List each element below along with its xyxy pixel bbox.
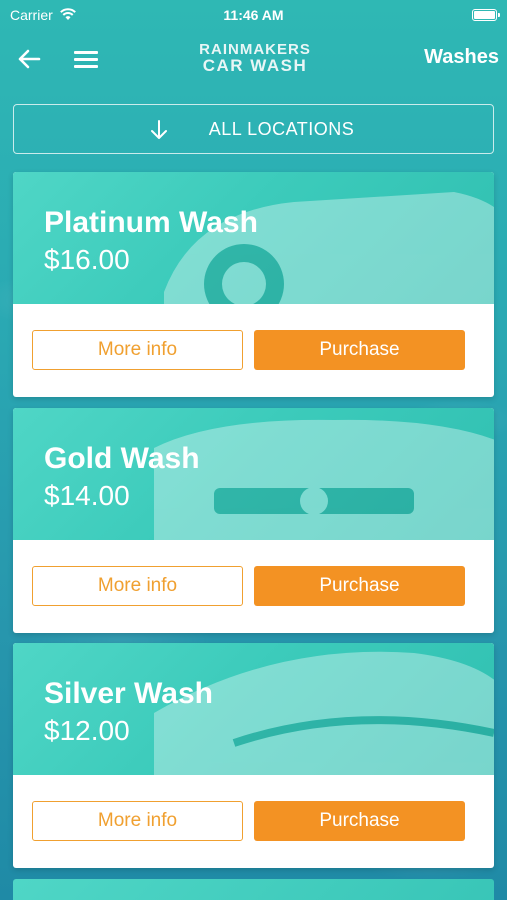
wash-card-hero: Gold Wash $14.00 bbox=[13, 408, 494, 540]
wash-card-actions: More info Purchase bbox=[13, 540, 494, 633]
wash-card-hero: Platinum Wash $16.00 bbox=[13, 172, 494, 304]
purchase-button[interactable]: Purchase bbox=[254, 330, 465, 370]
logo: RAINMAKERS CAR WASH bbox=[190, 42, 320, 75]
wash-card-hero: Silver Wash $12.00 bbox=[13, 643, 494, 775]
wash-price: $14.00 bbox=[44, 480, 130, 511]
wash-card-peek[interactable] bbox=[13, 879, 494, 900]
wash-price: $16.00 bbox=[44, 244, 130, 275]
wash-name: Silver Wash bbox=[44, 677, 213, 710]
logo-line2: CAR WASH bbox=[202, 56, 308, 75]
location-filter-label: ALL LOCATIONS bbox=[208, 118, 355, 139]
more-info-button[interactable]: More info bbox=[32, 330, 243, 370]
back-arrow-icon[interactable] bbox=[16, 46, 42, 72]
purchase-button[interactable]: Purchase bbox=[254, 801, 465, 841]
page-title: Washes bbox=[424, 46, 499, 68]
more-info-button[interactable]: More info bbox=[32, 566, 243, 606]
battery-icon bbox=[472, 9, 500, 21]
hamburger-menu-icon[interactable] bbox=[74, 46, 98, 72]
wash-name: Gold Wash bbox=[44, 442, 200, 475]
wash-card-actions: More info Purchase bbox=[13, 775, 494, 868]
nav-bar: RAINMAKERS CAR WASH Washes bbox=[0, 36, 507, 82]
wash-card: Gold Wash $14.00 More info Purchase bbox=[13, 408, 494, 633]
status-bar: Carrier 11:46 AM bbox=[0, 0, 507, 30]
wash-name: Platinum Wash bbox=[44, 206, 258, 239]
wash-card-actions: More info Purchase bbox=[13, 304, 494, 397]
wash-card: Platinum Wash $16.00 More info Purchase bbox=[13, 172, 494, 397]
car-image bbox=[154, 419, 494, 540]
wash-price: $12.00 bbox=[44, 715, 130, 746]
down-arrow-icon bbox=[150, 120, 168, 145]
location-filter-button[interactable]: ALL LOCATIONS bbox=[13, 104, 494, 154]
purchase-button[interactable]: Purchase bbox=[254, 566, 465, 606]
wifi-icon bbox=[59, 7, 77, 24]
status-left: Carrier bbox=[10, 7, 77, 24]
more-info-button[interactable]: More info bbox=[32, 801, 243, 841]
carrier-label: Carrier bbox=[10, 7, 53, 23]
wash-card: Silver Wash $12.00 More info Purchase bbox=[13, 643, 494, 868]
